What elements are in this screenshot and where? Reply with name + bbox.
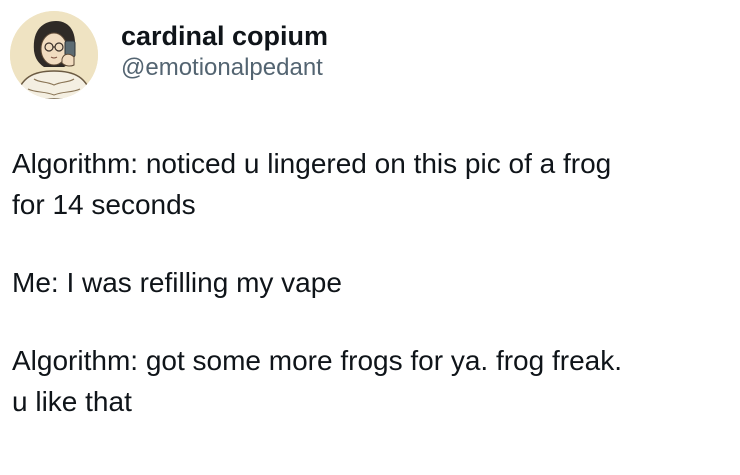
author-handle[interactable]: @emotionalpedant — [121, 53, 328, 83]
author-names: cardinal copium @emotionalpedant — [121, 20, 328, 83]
tweet-text: Algorithm: noticed u lingered on this pi… — [12, 143, 732, 422]
tweet-paragraph: Algorithm: got some more frogs for ya. f… — [12, 345, 623, 417]
tweet-card: cardinal copium @emotionalpedant Algorit… — [0, 0, 740, 475]
tweet-paragraph: Algorithm: noticed u lingered on this pi… — [12, 148, 612, 220]
author-display-name[interactable]: cardinal copium — [121, 20, 328, 52]
tweet-paragraph: Me: I was refilling my vape — [12, 267, 342, 298]
avatar-illustration-icon — [10, 11, 98, 99]
avatar[interactable] — [10, 11, 98, 99]
tweet-header: cardinal copium @emotionalpedant — [10, 10, 328, 100]
